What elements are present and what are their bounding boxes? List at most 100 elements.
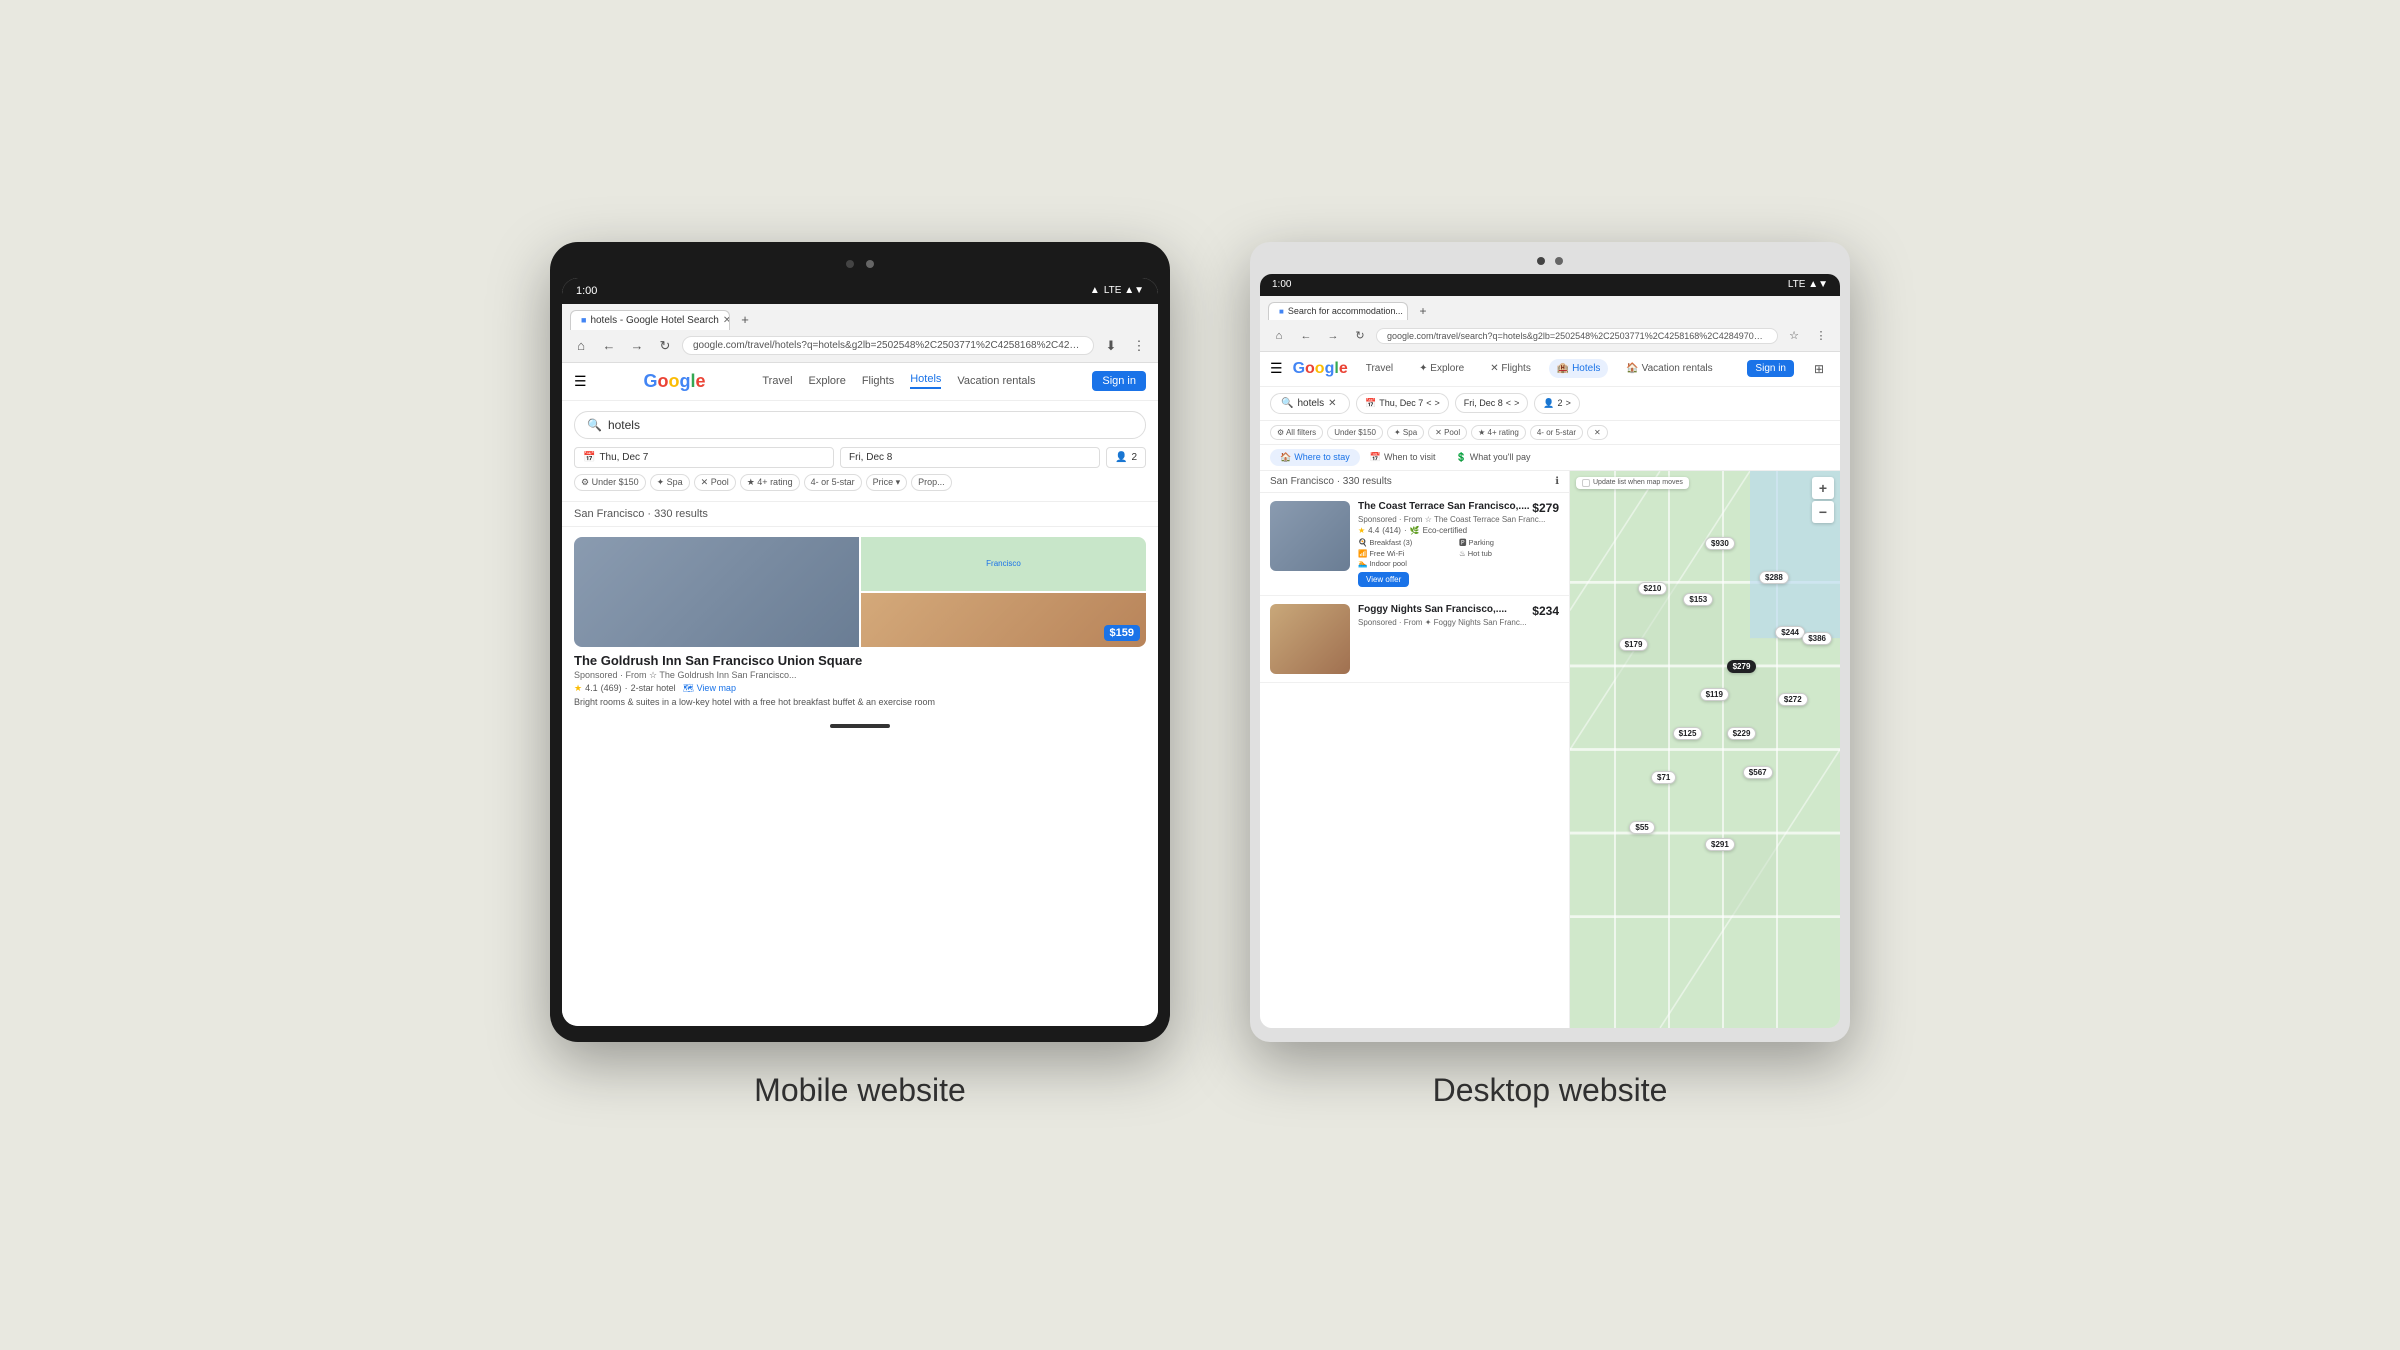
map-pin-15[interactable]: $179 [1619,638,1649,651]
desktop-results-header: San Francisco · 330 results ℹ [1260,471,1569,493]
desktop-filter-price[interactable]: Under $150 [1327,425,1383,440]
desktop-filter-rating[interactable]: ★ 4+ rating [1471,425,1526,440]
desktop-what-pay-tab[interactable]: 💲 What you'll pay [1446,449,1541,466]
filter-chip-0[interactable]: ⚙ Under $150 [574,474,646,491]
desktop-refresh-button[interactable]: ↻ [1349,325,1371,347]
mobile-sign-in-button[interactable]: Sign in [1092,371,1146,391]
mobile-checkin-field[interactable]: 📅 Thu, Dec 7 [574,447,834,468]
desktop-filter-pool[interactable]: ✕ Pool [1428,425,1467,440]
desktop-chevron-right-icon[interactable]: > [1435,398,1440,408]
mobile-time: 1:00 [576,285,597,297]
desktop-chrome-tabs: ■ Search for accommodation... ✕ + [1268,300,1832,322]
camera-dot-1 [846,260,854,268]
home-button[interactable]: ⌂ [570,335,592,357]
view-map-link[interactable]: 🗺 View map [683,683,736,694]
map-pin-9[interactable]: $229 [1727,727,1757,740]
nav-vacation[interactable]: Vacation rentals [957,375,1035,387]
desktop-checkin-field[interactable]: 📅 Thu, Dec 7 < > [1356,393,1449,414]
mobile-price-badge: $159 [1104,625,1140,641]
map-pin-7[interactable]: $119 [1700,688,1729,701]
update-list-checkbox[interactable]: Update list when map moves [1576,477,1689,489]
filter-chip-6[interactable]: Prop... [911,474,952,491]
desktop-clear-icon[interactable]: ✕ [1328,398,1336,409]
mobile-checkout-field[interactable]: Fri, Dec 8 [840,447,1100,468]
map-pin-6[interactable]: $272 [1778,693,1808,706]
checkbox-box[interactable] [1582,479,1590,487]
map-pin-0[interactable]: $930 [1705,537,1735,550]
desktop-filter-all[interactable]: ⚙ All filters [1270,425,1323,440]
zoom-in-button[interactable]: + [1812,477,1834,499]
desktop-device-wrapper: 1:00 LTE ▲▼ ■ Search for accommodation..… [1250,242,1850,1109]
back-button[interactable]: ← [598,335,620,357]
desktop-sign-in-button[interactable]: Sign in [1747,360,1794,377]
filter-chip-3[interactable]: ★ 4+ rating [740,474,800,491]
map-pin-5[interactable]: $386 [1802,632,1832,645]
nav-explore[interactable]: Explore [809,375,846,387]
map-pin-11[interactable]: $567 [1743,766,1773,779]
desktop-nav-vacation[interactable]: 🏠 Vacation rentals [1618,359,1720,378]
desktop-tab-close-icon[interactable]: ✕ [1407,306,1408,317]
map-pin-1[interactable]: $288 [1759,571,1789,584]
desktop-address-bar[interactable]: google.com/travel/search?q=hotels&g2lb=2… [1376,328,1778,344]
desktop-hotel-amenities-0: 🍳Breakfast (3) 🅿Parking 📶Free Wi-Fi ♨Hot… [1358,537,1559,568]
hamburger-icon[interactable]: ☰ [574,373,587,390]
desktop-star-button[interactable]: ☆ [1783,325,1805,347]
desktop-where-stay-tab[interactable]: 🏠 Where to stay [1270,449,1360,466]
tab-close-icon[interactable]: ✕ [723,315,730,326]
desktop-hamburger-icon[interactable]: ☰ [1270,360,1283,377]
mobile-address-bar[interactable]: google.com/travel/hotels?q=hotels&g2lb=2… [682,336,1094,355]
desktop-chevron-left-icon[interactable]: < [1426,398,1431,408]
filter-chip-4[interactable]: 4- or 5-star [804,474,862,491]
nav-hotels[interactable]: Hotels [910,373,941,389]
filter-chip-1[interactable]: ✦ Spa [650,474,690,491]
desktop-new-tab-button[interactable]: + [1412,300,1434,322]
desktop-nav-travel[interactable]: Travel [1358,359,1401,378]
desktop-forward-button[interactable]: → [1322,325,1344,347]
map-pin-3[interactable]: $244 [1775,626,1805,639]
desktop-filter-star[interactable]: 4- or 5-star [1530,425,1583,440]
nav-travel[interactable]: Travel [762,375,792,387]
desktop-results-info-icon[interactable]: ℹ [1555,476,1559,487]
view-offer-button-0[interactable]: View offer [1358,572,1409,587]
new-tab-button[interactable]: + [734,309,756,331]
desktop-back-button[interactable]: ← [1295,325,1317,347]
desktop-when-visit-tab[interactable]: 📅 When to visit [1360,449,1446,466]
mobile-guests-field[interactable]: 👤 2 [1106,447,1146,468]
desktop-checkout-field[interactable]: Fri, Dec 8 < > [1455,393,1529,413]
filter-chip-5[interactable]: Price ▾ [866,474,908,491]
desktop-grid-icon[interactable]: ⊞ [1808,358,1830,380]
desktop-filter-spa[interactable]: ✦ Spa [1387,425,1424,440]
desktop-filter-more[interactable]: ✕ [1587,425,1608,440]
desktop-nav-explore[interactable]: ✦ Explore [1411,359,1472,378]
map-pin-2[interactable]: $153 [1683,593,1713,606]
filter-chip-2[interactable]: ✕ Pool [694,474,736,491]
desktop-checkout-chevron-left-icon[interactable]: < [1506,398,1511,408]
desktop-chrome-tab[interactable]: ■ Search for accommodation... ✕ [1268,302,1408,320]
desktop-checkout-chevron-right-icon[interactable]: > [1514,398,1519,408]
desktop-hotel-search-bar[interactable]: 🔍 hotels ✕ [1270,393,1350,414]
map-pin-4[interactable]: $279 [1727,660,1757,673]
map-pin-14[interactable]: $291 [1705,838,1735,851]
desktop-status-bar: 1:00 LTE ▲▼ [1260,274,1840,296]
map-pin-13[interactable]: $55 [1629,821,1654,834]
desktop-nav-flights[interactable]: ✕ Flights [1482,359,1539,378]
map-pin-10[interactable]: $71 [1651,771,1676,784]
desktop-guests-field[interactable]: 👤 2 > [1534,393,1580,414]
map-pin-12[interactable]: $210 [1638,582,1668,595]
desktop-camera-bar [1260,252,1840,270]
more-button[interactable]: ⋮ [1128,335,1150,357]
nav-flights[interactable]: Flights [862,375,894,387]
desktop-guests-chevron-icon[interactable]: > [1566,398,1571,408]
mobile-hotel-search-bar[interactable]: 🔍 hotels [574,411,1146,439]
mobile-hotel-images: Francisco $159 [574,537,1146,647]
map-pin-8[interactable]: $125 [1673,727,1703,740]
desktop-nav-hotels[interactable]: 🏨 Hotels [1549,359,1609,378]
desktop-camera-dot-1 [1537,257,1545,265]
refresh-button[interactable]: ↻ [654,335,676,357]
zoom-out-button[interactable]: − [1812,501,1834,523]
download-button[interactable]: ⬇ [1100,335,1122,357]
desktop-home-button[interactable]: ⌂ [1268,325,1290,347]
desktop-more-button[interactable]: ⋮ [1810,325,1832,347]
forward-button[interactable]: → [626,335,648,357]
mobile-chrome-tab[interactable]: ■ hotels - Google Hotel Search ✕ [570,310,730,330]
